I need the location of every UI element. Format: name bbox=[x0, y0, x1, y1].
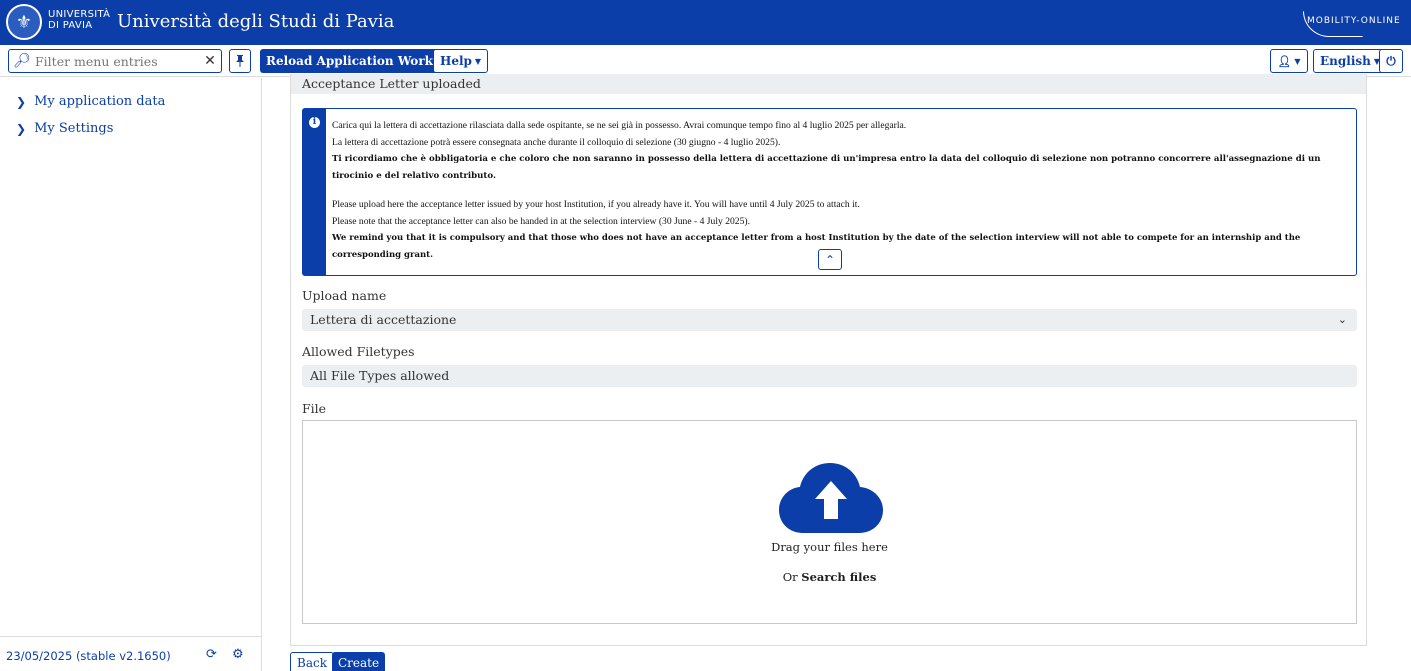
search-files-line: Or Search files bbox=[303, 570, 1356, 584]
chevron-right-icon: ❯ bbox=[16, 94, 27, 109]
university-logo-text: UNIVERSITÀ DI PAVIA bbox=[48, 9, 110, 31]
logo-line-1: UNIVERSITÀ bbox=[48, 9, 111, 20]
caret-down-icon: ▼ bbox=[1294, 56, 1301, 66]
pin-icon[interactable] bbox=[229, 49, 251, 73]
help-dropdown-button[interactable]: Help ▼ bbox=[433, 49, 489, 73]
filter-menu-input[interactable] bbox=[35, 53, 199, 69]
app-title: Università degli Studi di Pavia bbox=[117, 11, 395, 32]
file-dropzone[interactable]: Drag your files here Or Search files bbox=[302, 420, 1357, 624]
user-settings-icon: 👤︎ bbox=[1277, 54, 1292, 68]
pin-glyph bbox=[236, 55, 244, 67]
allowed-filetypes-field: All File Types allowed bbox=[302, 365, 1357, 387]
drag-files-text: Drag your files here bbox=[771, 540, 888, 554]
sidebar-footer: 23/05/2025 (stable v2.1650) ⟳ ⚙ bbox=[0, 636, 262, 671]
refresh-icon[interactable]: ⟳ bbox=[206, 647, 217, 662]
info-line: Carica qui la lettera di accettazione ri… bbox=[332, 120, 907, 131]
sidebar: ❯ My application data ❯ My Settings 23/0… bbox=[0, 78, 262, 671]
caret-down-icon: ▼ bbox=[474, 56, 482, 66]
search-icon: 🔎︎ bbox=[13, 53, 31, 69]
user-menu-button[interactable]: 👤︎ ▼ bbox=[1270, 49, 1308, 73]
sidebar-item-my-application-data[interactable]: ❯ My application data bbox=[16, 94, 165, 109]
language-dropdown-button[interactable]: English ▼ bbox=[1313, 49, 1388, 73]
back-button[interactable]: Back bbox=[290, 652, 334, 671]
info-box: i Carica qui la lettera di accettazione … bbox=[302, 108, 1357, 276]
search-files-link[interactable]: Search files bbox=[801, 570, 876, 584]
chevron-up-icon: ⌃ bbox=[824, 252, 836, 267]
info-line: Please upload here the acceptance letter… bbox=[332, 199, 860, 210]
mobility-online-text: MOBILITY-ONLINE bbox=[1307, 16, 1401, 26]
allowed-filetypes-label: Allowed Filetypes bbox=[302, 344, 415, 359]
info-text: Carica qui la lettera di accettazione ri… bbox=[332, 117, 1354, 264]
section-title: Acceptance Letter uploaded bbox=[291, 74, 1366, 94]
info-line-bold: Ti ricordiamo che è obbligatoria e che c… bbox=[332, 154, 1321, 181]
chevron-down-icon: ⌄ bbox=[1337, 313, 1347, 326]
logout-button[interactable]: ⏻ bbox=[1379, 49, 1403, 73]
logo-line-2: DI PAVIA bbox=[48, 20, 93, 31]
or-text: Or bbox=[782, 570, 802, 584]
file-label: File bbox=[302, 401, 327, 416]
version-info: 23/05/2025 (stable v2.1650) bbox=[6, 649, 171, 663]
mobility-online-logo: MOBILITY-ONLINE bbox=[1297, 7, 1407, 39]
info-line: La lettera di accettazione potrà essere … bbox=[332, 137, 781, 148]
upload-name-select[interactable]: Lettera di accettazione ⌄ bbox=[302, 309, 1357, 331]
app-header: ⚜ UNIVERSITÀ DI PAVIA Università degli S… bbox=[0, 0, 1411, 45]
cloud-upload-icon bbox=[779, 463, 883, 533]
help-label: Help bbox=[440, 54, 472, 68]
chevron-right-icon: ❯ bbox=[16, 121, 27, 136]
upload-form-panel: Acceptance Letter uploaded i Carica qui … bbox=[290, 74, 1367, 646]
sidebar-item-label: My application data bbox=[34, 94, 166, 109]
power-icon: ⏻ bbox=[1386, 53, 1396, 68]
toolbar: 🔎︎ ✕ Reload Application Workflow Help▼ 👤… bbox=[0, 45, 1411, 77]
university-seal-logo: ⚜ bbox=[6, 4, 42, 40]
sidebar-item-label: My Settings bbox=[34, 121, 114, 136]
info-line: Please note that the acceptance letter c… bbox=[332, 216, 750, 227]
collapse-info-button[interactable]: ⌃ bbox=[818, 249, 842, 270]
menu-filter: 🔎︎ ✕ bbox=[8, 49, 222, 73]
info-bar: i bbox=[303, 109, 326, 275]
gear-icon[interactable]: ⚙ bbox=[232, 647, 244, 662]
close-icon[interactable]: ✕ bbox=[199, 53, 221, 69]
upload-name-value: Lettera di accettazione bbox=[310, 312, 457, 327]
language-label: English bbox=[1320, 54, 1371, 68]
info-line-bold: We remind you that it is compulsory and … bbox=[332, 233, 1301, 260]
upload-name-label: Upload name bbox=[302, 288, 387, 303]
info-icon: i bbox=[309, 117, 320, 128]
sidebar-item-my-settings[interactable]: ❯ My Settings bbox=[16, 121, 113, 136]
create-button[interactable]: Create bbox=[332, 652, 386, 671]
